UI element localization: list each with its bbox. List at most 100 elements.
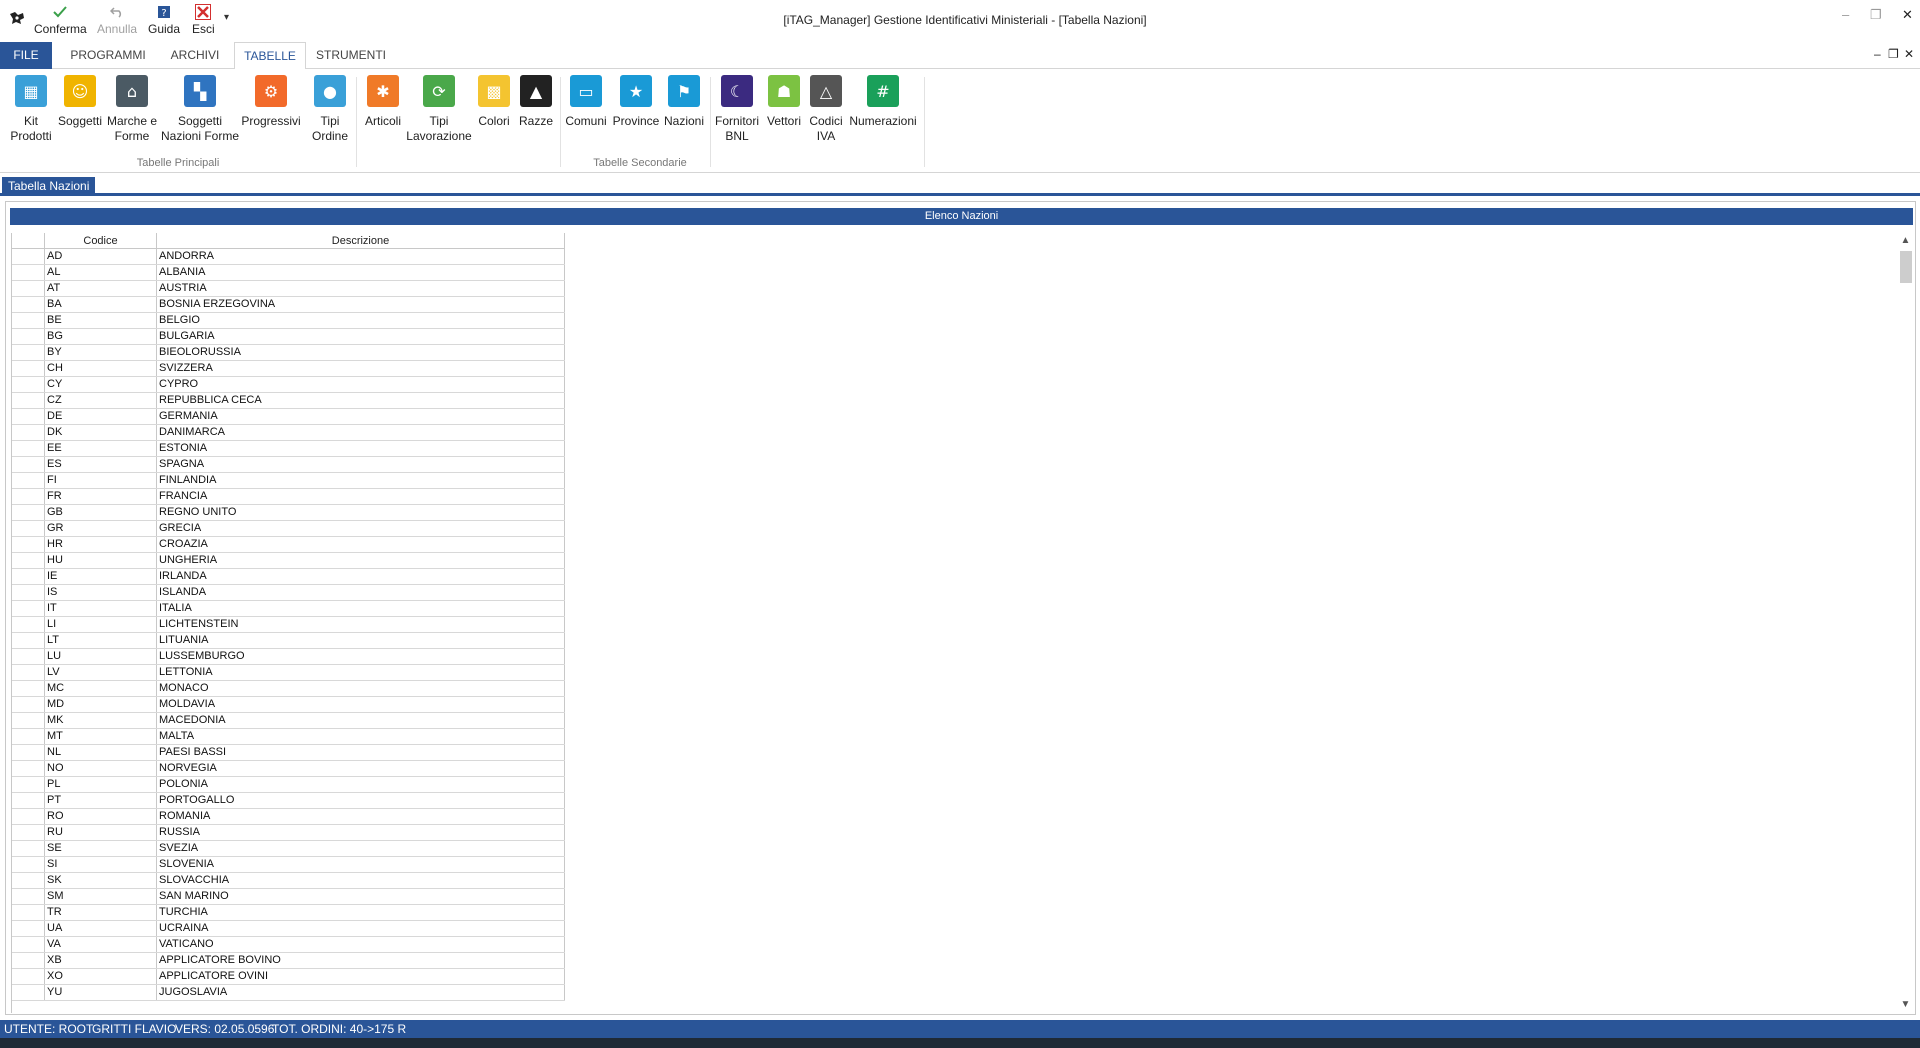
cell-codice[interactable]: IT (45, 601, 157, 616)
cell-descrizione[interactable]: ESTONIA (157, 441, 565, 456)
table-row[interactable]: XO APPLICATORE OVINI (12, 969, 565, 985)
table-row[interactable]: MT MALTA (12, 729, 565, 745)
cell-descrizione[interactable]: IRLANDA (157, 569, 565, 584)
cell-descrizione[interactable]: ANDORRA (157, 249, 565, 264)
table-row[interactable]: BY BIEOLORUSSIA (12, 345, 565, 361)
cell-codice[interactable]: NO (45, 761, 157, 776)
cell-codice[interactable]: VA (45, 937, 157, 952)
vertical-scrollbar[interactable]: ▲ ▼ (1897, 233, 1914, 1013)
cell-codice[interactable]: PT (45, 793, 157, 808)
cell-codice[interactable]: LV (45, 665, 157, 680)
row-indicator[interactable] (12, 905, 45, 920)
cell-descrizione[interactable]: ISLANDA (157, 585, 565, 600)
row-indicator[interactable] (12, 953, 45, 968)
table-row[interactable]: HR CROAZIA (12, 537, 565, 553)
table-row[interactable]: ES SPAGNA (12, 457, 565, 473)
comuni-button[interactable]: ▭ Comuni (562, 75, 610, 129)
cell-codice[interactable]: XO (45, 969, 157, 984)
restore-icon[interactable]: ❐ (1870, 7, 1882, 23)
row-indicator[interactable] (12, 985, 45, 1000)
cell-codice[interactable]: BE (45, 313, 157, 328)
cell-codice[interactable]: SM (45, 889, 157, 904)
cell-descrizione[interactable]: SLOVACCHIA (157, 873, 565, 888)
table-row[interactable]: PT PORTOGALLO (12, 793, 565, 809)
progressivi-button[interactable]: ⚙ Progressivi (241, 75, 301, 129)
cell-codice[interactable]: MC (45, 681, 157, 696)
row-indicator[interactable] (12, 377, 45, 392)
row-indicator[interactable] (12, 505, 45, 520)
row-indicator[interactable] (12, 537, 45, 552)
minimize-icon[interactable]: – (1842, 7, 1849, 22)
row-indicator[interactable] (12, 521, 45, 536)
cell-codice[interactable]: BG (45, 329, 157, 344)
cell-descrizione[interactable]: REGNO UNITO (157, 505, 565, 520)
cell-codice[interactable]: SK (45, 873, 157, 888)
row-indicator[interactable] (12, 345, 45, 360)
tab-tabelle[interactable]: TABELLE (234, 42, 306, 70)
cell-codice[interactable]: DE (45, 409, 157, 424)
cell-codice[interactable]: TR (45, 905, 157, 920)
fornitori-bnl-button[interactable]: ☾ Fornitori BNL (712, 75, 762, 144)
cell-descrizione[interactable]: JUGOSLAVIA (157, 985, 565, 1000)
cell-descrizione[interactable]: RUSSIA (157, 825, 565, 840)
cell-codice[interactable]: GR (45, 521, 157, 536)
table-row[interactable]: AT AUSTRIA (12, 281, 565, 297)
table-row[interactable]: EE ESTONIA (12, 441, 565, 457)
cell-codice[interactable]: MD (45, 697, 157, 712)
cell-descrizione[interactable]: MONACO (157, 681, 565, 696)
cell-descrizione[interactable]: MALTA (157, 729, 565, 744)
close-icon[interactable]: ✕ (1902, 7, 1913, 23)
cell-descrizione[interactable]: SLOVENIA (157, 857, 565, 872)
row-indicator[interactable] (12, 425, 45, 440)
table-row[interactable]: IE IRLANDA (12, 569, 565, 585)
cell-descrizione[interactable]: VATICANO (157, 937, 565, 952)
row-indicator[interactable] (12, 473, 45, 488)
cell-codice[interactable]: GB (45, 505, 157, 520)
cell-codice[interactable]: AT (45, 281, 157, 296)
cell-codice[interactable]: NL (45, 745, 157, 760)
table-row[interactable]: IS ISLANDA (12, 585, 565, 601)
cell-codice[interactable]: RO (45, 809, 157, 824)
table-row[interactable]: TR TURCHIA (12, 905, 565, 921)
table-row[interactable]: SI SLOVENIA (12, 857, 565, 873)
scroll-thumb[interactable] (1900, 251, 1912, 283)
table-row[interactable]: LI LICHTENSTEIN (12, 617, 565, 633)
nazioni-grid[interactable]: Codice Descrizione AD ANDORRA AL ALBANIA AT A… (11, 233, 565, 1013)
nazioni-button[interactable]: ⚑ Nazioni (662, 75, 706, 129)
row-indicator[interactable] (12, 649, 45, 664)
row-indicator[interactable] (12, 825, 45, 840)
table-row[interactable]: CZ REPUBBLICA CECA (12, 393, 565, 409)
cell-descrizione[interactable]: CROAZIA (157, 537, 565, 552)
table-row[interactable]: AD ANDORRA (12, 249, 565, 265)
cell-descrizione[interactable]: SVEZIA (157, 841, 565, 856)
table-row[interactable]: SK SLOVACCHIA (12, 873, 565, 889)
table-row[interactable]: GB REGNO UNITO (12, 505, 565, 521)
cell-codice[interactable]: SE (45, 841, 157, 856)
cell-descrizione[interactable]: LUSSEMBURGO (157, 649, 565, 664)
cell-descrizione[interactable]: UNGHERIA (157, 553, 565, 568)
cell-codice[interactable]: HU (45, 553, 157, 568)
table-row[interactable]: SE SVEZIA (12, 841, 565, 857)
table-row[interactable]: MC MONACO (12, 681, 565, 697)
cell-descrizione[interactable]: NORVEGIA (157, 761, 565, 776)
cell-descrizione[interactable]: APPLICATORE OVINI (157, 969, 565, 984)
column-header-descrizione[interactable]: Descrizione (157, 233, 565, 249)
row-indicator[interactable] (12, 713, 45, 728)
razze-button[interactable]: ▲ Razze (516, 75, 556, 129)
table-row[interactable]: YU JUGOSLAVIA (12, 985, 565, 1001)
row-indicator[interactable] (12, 265, 45, 280)
cell-codice[interactable]: BA (45, 297, 157, 312)
table-row[interactable]: FR FRANCIA (12, 489, 565, 505)
cell-codice[interactable]: FR (45, 489, 157, 504)
row-indicator[interactable] (12, 745, 45, 760)
cell-codice[interactable]: IE (45, 569, 157, 584)
row-indicator[interactable] (12, 681, 45, 696)
cell-descrizione[interactable]: TURCHIA (157, 905, 565, 920)
tab-programmi[interactable]: PROGRAMMI (62, 42, 154, 69)
colori-button[interactable]: ▩ Colori (474, 75, 514, 129)
cell-descrizione[interactable]: UCRAINA (157, 921, 565, 936)
cell-codice[interactable]: EE (45, 441, 157, 456)
row-indicator[interactable] (12, 553, 45, 568)
table-row[interactable]: RU RUSSIA (12, 825, 565, 841)
cell-codice[interactable]: MK (45, 713, 157, 728)
